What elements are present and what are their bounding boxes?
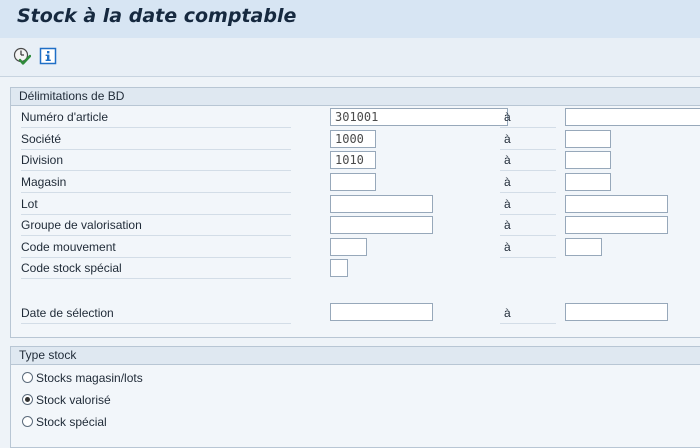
storage-location-from-input[interactable] <box>330 173 376 191</box>
to-label: à <box>500 129 556 150</box>
page-title: Stock à la date comptable <box>17 5 297 27</box>
to-label: à <box>500 215 556 236</box>
storage-location-to-input[interactable] <box>565 173 611 191</box>
batch-label: Lot <box>21 194 291 215</box>
special-stock-label: Code stock spécial <box>21 258 291 279</box>
selection-date-label: Date de sélection <box>21 303 291 324</box>
radio-button-selected[interactable] <box>22 394 33 405</box>
batch-from-input[interactable] <box>330 195 433 213</box>
to-label: à <box>500 150 556 171</box>
radio-label: Stock spécial <box>36 415 107 429</box>
radio-label: Stocks magasin/lots <box>36 371 143 385</box>
to-label: à <box>500 107 556 128</box>
plant-label: Division <box>21 150 291 171</box>
movement-type-to-input[interactable] <box>565 238 602 256</box>
group-header: Type stock <box>11 347 700 365</box>
company-to-input[interactable] <box>565 130 611 148</box>
plant-to-input[interactable] <box>565 151 611 169</box>
movement-type-from-input[interactable] <box>330 238 367 256</box>
to-label: à <box>500 194 556 215</box>
company-label: Société <box>21 129 291 150</box>
material-number-label: Numéro d'article <box>21 107 291 128</box>
plant-from-input[interactable]: 1010 <box>330 151 376 169</box>
stock-type-group: Type stock <box>10 346 700 448</box>
execute-clock-icon[interactable] <box>13 47 31 65</box>
radio-label: Stock valorisé <box>36 393 111 407</box>
valuation-group-to-input[interactable] <box>565 216 668 234</box>
company-from-input[interactable]: 1000 <box>330 130 376 148</box>
special-stock-input[interactable] <box>330 259 348 277</box>
title-bar: Stock à la date comptable <box>0 0 700 39</box>
radio-button[interactable] <box>22 416 33 427</box>
valuation-group-from-input[interactable] <box>330 216 433 234</box>
radio-button[interactable] <box>22 372 33 383</box>
batch-to-input[interactable] <box>565 195 668 213</box>
material-number-to-input[interactable] <box>565 108 700 126</box>
to-label: à <box>500 172 556 193</box>
material-number-from-input[interactable]: 301001 <box>330 108 508 126</box>
storage-location-label: Magasin <box>21 172 291 193</box>
info-icon[interactable] <box>39 47 57 65</box>
to-label: à <box>500 303 556 324</box>
movement-type-label: Code mouvement <box>21 237 291 258</box>
group-header: Délimitations de BD <box>11 88 700 106</box>
selection-date-to-input[interactable] <box>565 303 668 321</box>
to-label: à <box>500 237 556 258</box>
application-toolbar <box>0 38 700 77</box>
valuation-group-label: Groupe de valorisation <box>21 215 291 236</box>
selection-date-from-input[interactable] <box>330 303 433 321</box>
